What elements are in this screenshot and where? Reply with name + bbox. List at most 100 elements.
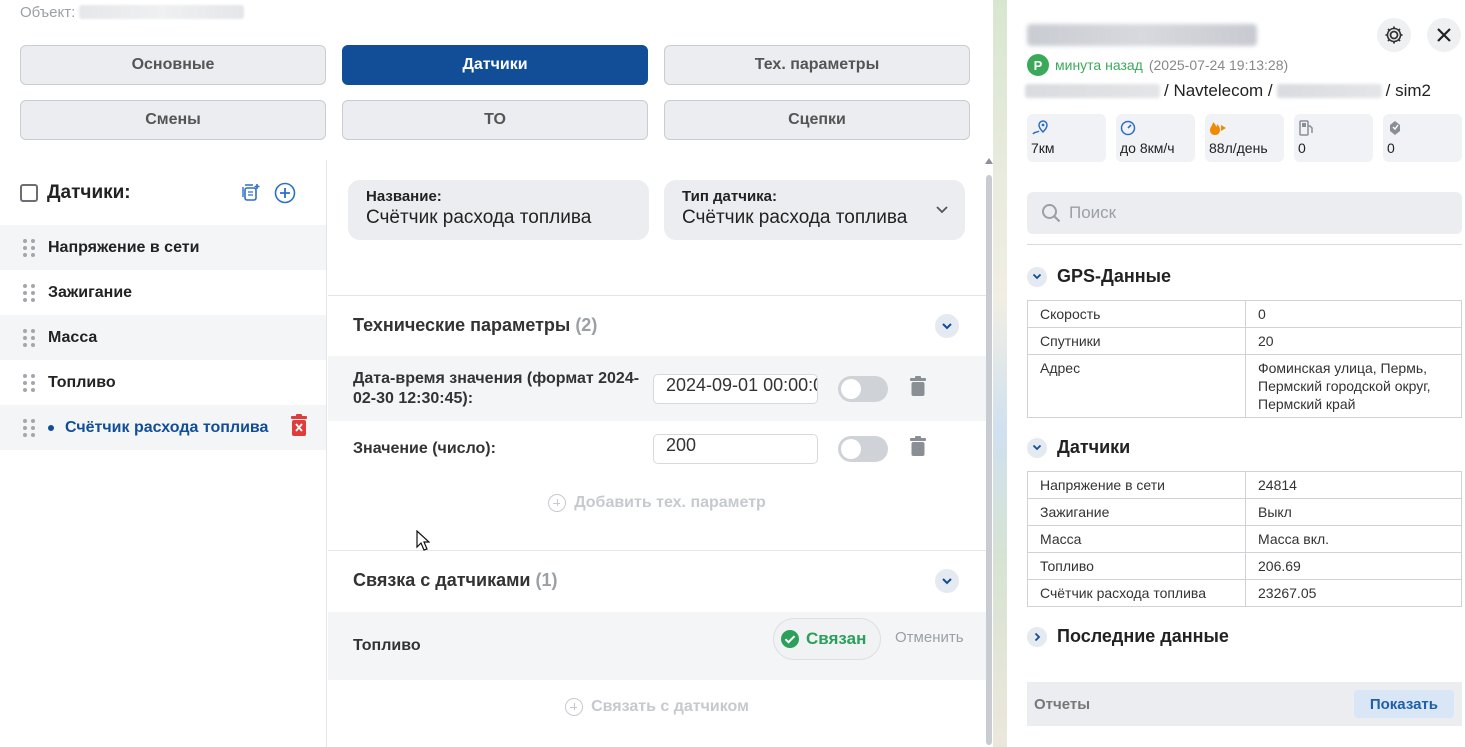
link-sensor-button[interactable]: Связать с датчиком [328, 697, 986, 717]
drag-handle-icon[interactable] [23, 373, 35, 392]
metric-distance: 7км [1027, 114, 1106, 162]
metric-drain: 0 [1383, 114, 1462, 162]
table-key: Спутники [1027, 327, 1246, 355]
select-all-checkbox[interactable] [20, 183, 38, 202]
table-key: Топливо [1027, 552, 1246, 580]
chevron-right-icon[interactable] [1027, 626, 1047, 647]
cancel-link-button[interactable]: Отменить [895, 629, 964, 646]
tech-params-count: (2) [575, 315, 598, 335]
sensor-links-title: Связка с датчиками [353, 570, 531, 590]
reports-footer: Отчеты Показать [1027, 682, 1462, 726]
tech-param-value-input[interactable]: 2024-09-01 00:00:00 [653, 373, 818, 404]
list-item-label: Топливо [48, 373, 116, 391]
map-strip[interactable] [993, 0, 1007, 747]
table-row: Напряжение в сети 24814 [1027, 471, 1462, 499]
sensor-links-section-header[interactable]: Связка с датчиками (1) [328, 550, 986, 610]
device-serial-redacted [1276, 84, 1382, 98]
scroll-up-arrow[interactable] [985, 158, 993, 164]
add-tech-param-label: Добавить тех. параметр [574, 494, 766, 511]
sensors-group-header[interactable]: Датчики [1027, 437, 1130, 458]
chevron-down-icon[interactable] [935, 202, 949, 220]
linked-status-text: Связан [806, 629, 867, 648]
table-key: Счётчик расхода топлива [1027, 579, 1246, 607]
trash-icon[interactable] [910, 376, 926, 401]
chevron-down-icon[interactable] [1027, 437, 1047, 458]
drag-handle-icon[interactable] [23, 328, 35, 347]
plus-circle-icon [565, 698, 584, 716]
copy-sensor-icon[interactable] [240, 182, 262, 204]
gear-icon [1385, 26, 1403, 44]
settings-button[interactable] [1377, 18, 1411, 52]
gps-group-header[interactable]: GPS-Данные [1027, 266, 1171, 287]
list-item[interactable]: Напряжение в сети [0, 225, 326, 270]
chevron-down-icon[interactable] [935, 568, 959, 593]
sensor-name-field[interactable]: Название: Счётчик расхода топлива [348, 180, 649, 240]
tab-sensors[interactable]: Датчики [342, 45, 648, 85]
table-value: 206.69 [1245, 552, 1462, 580]
table-value: Фоминская улица, Пермь, Пермский городск… [1245, 354, 1462, 418]
list-item[interactable]: Топливо [0, 360, 326, 405]
parking-status-badge: P [1027, 54, 1049, 76]
drag-handle-icon[interactable] [23, 283, 35, 302]
tech-params-section-header[interactable]: Технические параметры (2) [328, 295, 986, 355]
add-tech-param-button[interactable]: Добавить тех. параметр [328, 493, 986, 513]
list-item[interactable]: Зажигание [0, 270, 326, 315]
delete-sensor-icon[interactable] [290, 414, 308, 441]
metric-refuel: 0 [1294, 114, 1373, 162]
metric-fuel-rate: 88л/день [1205, 114, 1284, 162]
object-title-redacted [1027, 24, 1257, 46]
search-placeholder: Поиск [1069, 203, 1117, 222]
last-data-group-header[interactable]: Последние данные [1027, 626, 1229, 647]
last-data-group-title: Последние данные [1057, 626, 1229, 646]
sensor-name-label: Название: [366, 188, 442, 205]
drag-handle-icon[interactable] [23, 238, 35, 257]
tech-param-row: Дата-время значения (формат 2024-02-30 1… [328, 356, 986, 421]
divider [1027, 244, 1462, 245]
list-item-label: Масса [48, 328, 98, 346]
last-update-timestamp: (2025-07-24 19:13:28) [1148, 57, 1289, 73]
last-update-relative: минута назад [1055, 57, 1143, 73]
object-label-text: Объект: [20, 4, 76, 21]
chevron-down-icon[interactable] [935, 313, 959, 338]
tab-grid: Основные Датчики Тех. параметры Смены ТО… [20, 45, 970, 140]
table-key: Масса [1027, 525, 1246, 553]
show-reports-button[interactable]: Показать [1353, 690, 1454, 718]
tab-maintenance[interactable]: ТО [342, 100, 648, 140]
tech-param-toggle[interactable] [838, 435, 888, 462]
chevron-down-icon[interactable] [1027, 266, 1047, 287]
tab-main[interactable]: Основные [20, 45, 326, 85]
close-button[interactable] [1427, 18, 1461, 52]
sensor-name-value[interactable]: Счётчик расхода топлива [366, 207, 631, 229]
tech-param-toggle[interactable] [838, 375, 888, 402]
object-value-redacted [79, 5, 245, 19]
trash-icon[interactable] [910, 436, 926, 461]
link-sensor-label: Связать с датчиком [591, 698, 749, 715]
table-row: Счётчик расхода топлива 23267.05 [1027, 579, 1462, 607]
tech-param-value-input[interactable]: 200 [653, 433, 818, 464]
tab-couplings[interactable]: Сцепки [664, 100, 970, 140]
sensor-editor-panel: Объект: Основные Датчики Тех. параметры … [0, 0, 995, 747]
editor-scrollbar[interactable] [986, 175, 992, 745]
linked-status-badge: Связан [773, 618, 882, 660]
tech-param-label: Значение (число): [353, 439, 496, 457]
list-item-selected[interactable]: Счётчик расхода топлива [0, 405, 326, 450]
tab-shifts[interactable]: Смены [20, 100, 326, 140]
list-item[interactable]: Масса [0, 315, 326, 360]
table-row: Топливо 206.69 [1027, 552, 1462, 580]
drag-handle-icon[interactable] [23, 418, 35, 437]
metric-speed-value: до 8км/ч [1120, 140, 1175, 156]
metric-speed: до 8км/ч [1116, 114, 1195, 162]
search-input[interactable]: Поиск [1027, 192, 1462, 234]
tab-tech-params[interactable]: Тех. параметры [664, 45, 970, 85]
add-sensor-icon[interactable] [274, 182, 296, 204]
sensor-link-row: Топливо Связан Отменить [328, 612, 986, 680]
metric-distance-value: 7км [1031, 140, 1055, 156]
device-sim: / sim2 [1385, 81, 1431, 100]
fuel-drop-icon [1390, 121, 1400, 135]
fuel-pump-icon [1299, 120, 1313, 136]
table-key: Напряжение в сети [1027, 471, 1246, 499]
list-item-label: Напряжение в сети [48, 238, 200, 256]
table-row: Скорость 0 [1027, 300, 1462, 328]
sensor-type-select[interactable]: Тип датчика: Счётчик расхода топлива [664, 180, 965, 240]
sensors-table: Напряжение в сети 24814 Зажигание Выкл Мас… [1027, 471, 1462, 607]
